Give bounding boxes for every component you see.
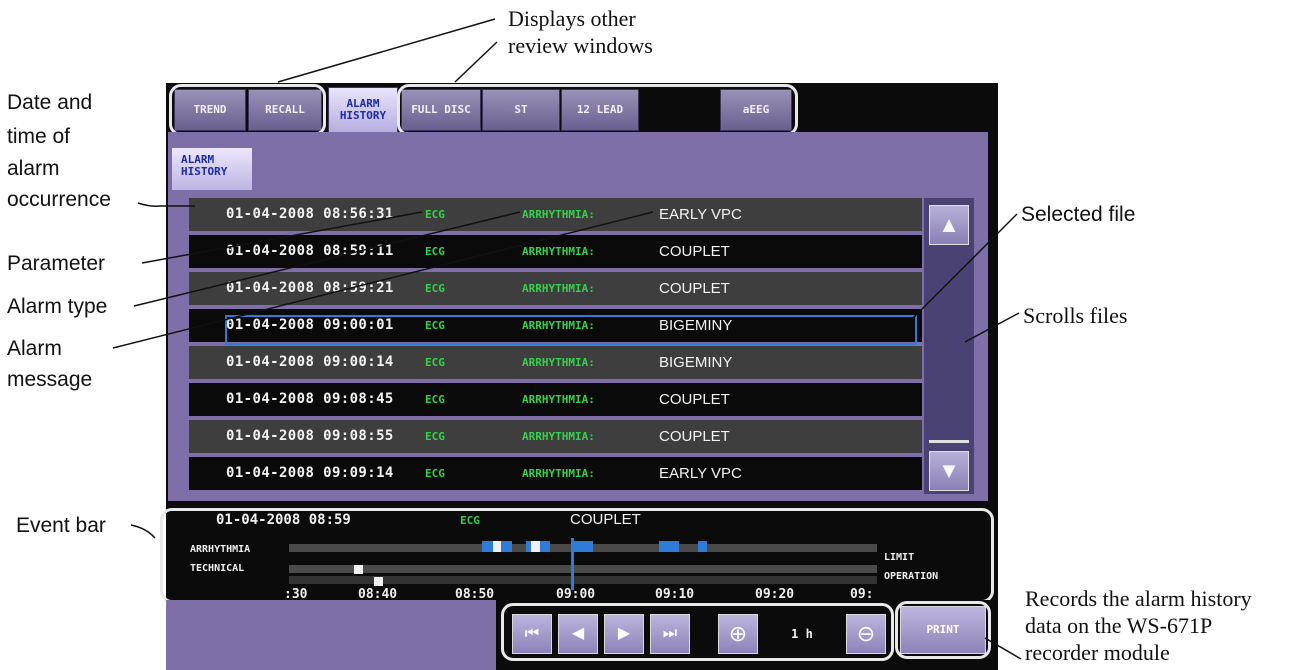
callout-leader-lines: [112, 18, 1022, 660]
